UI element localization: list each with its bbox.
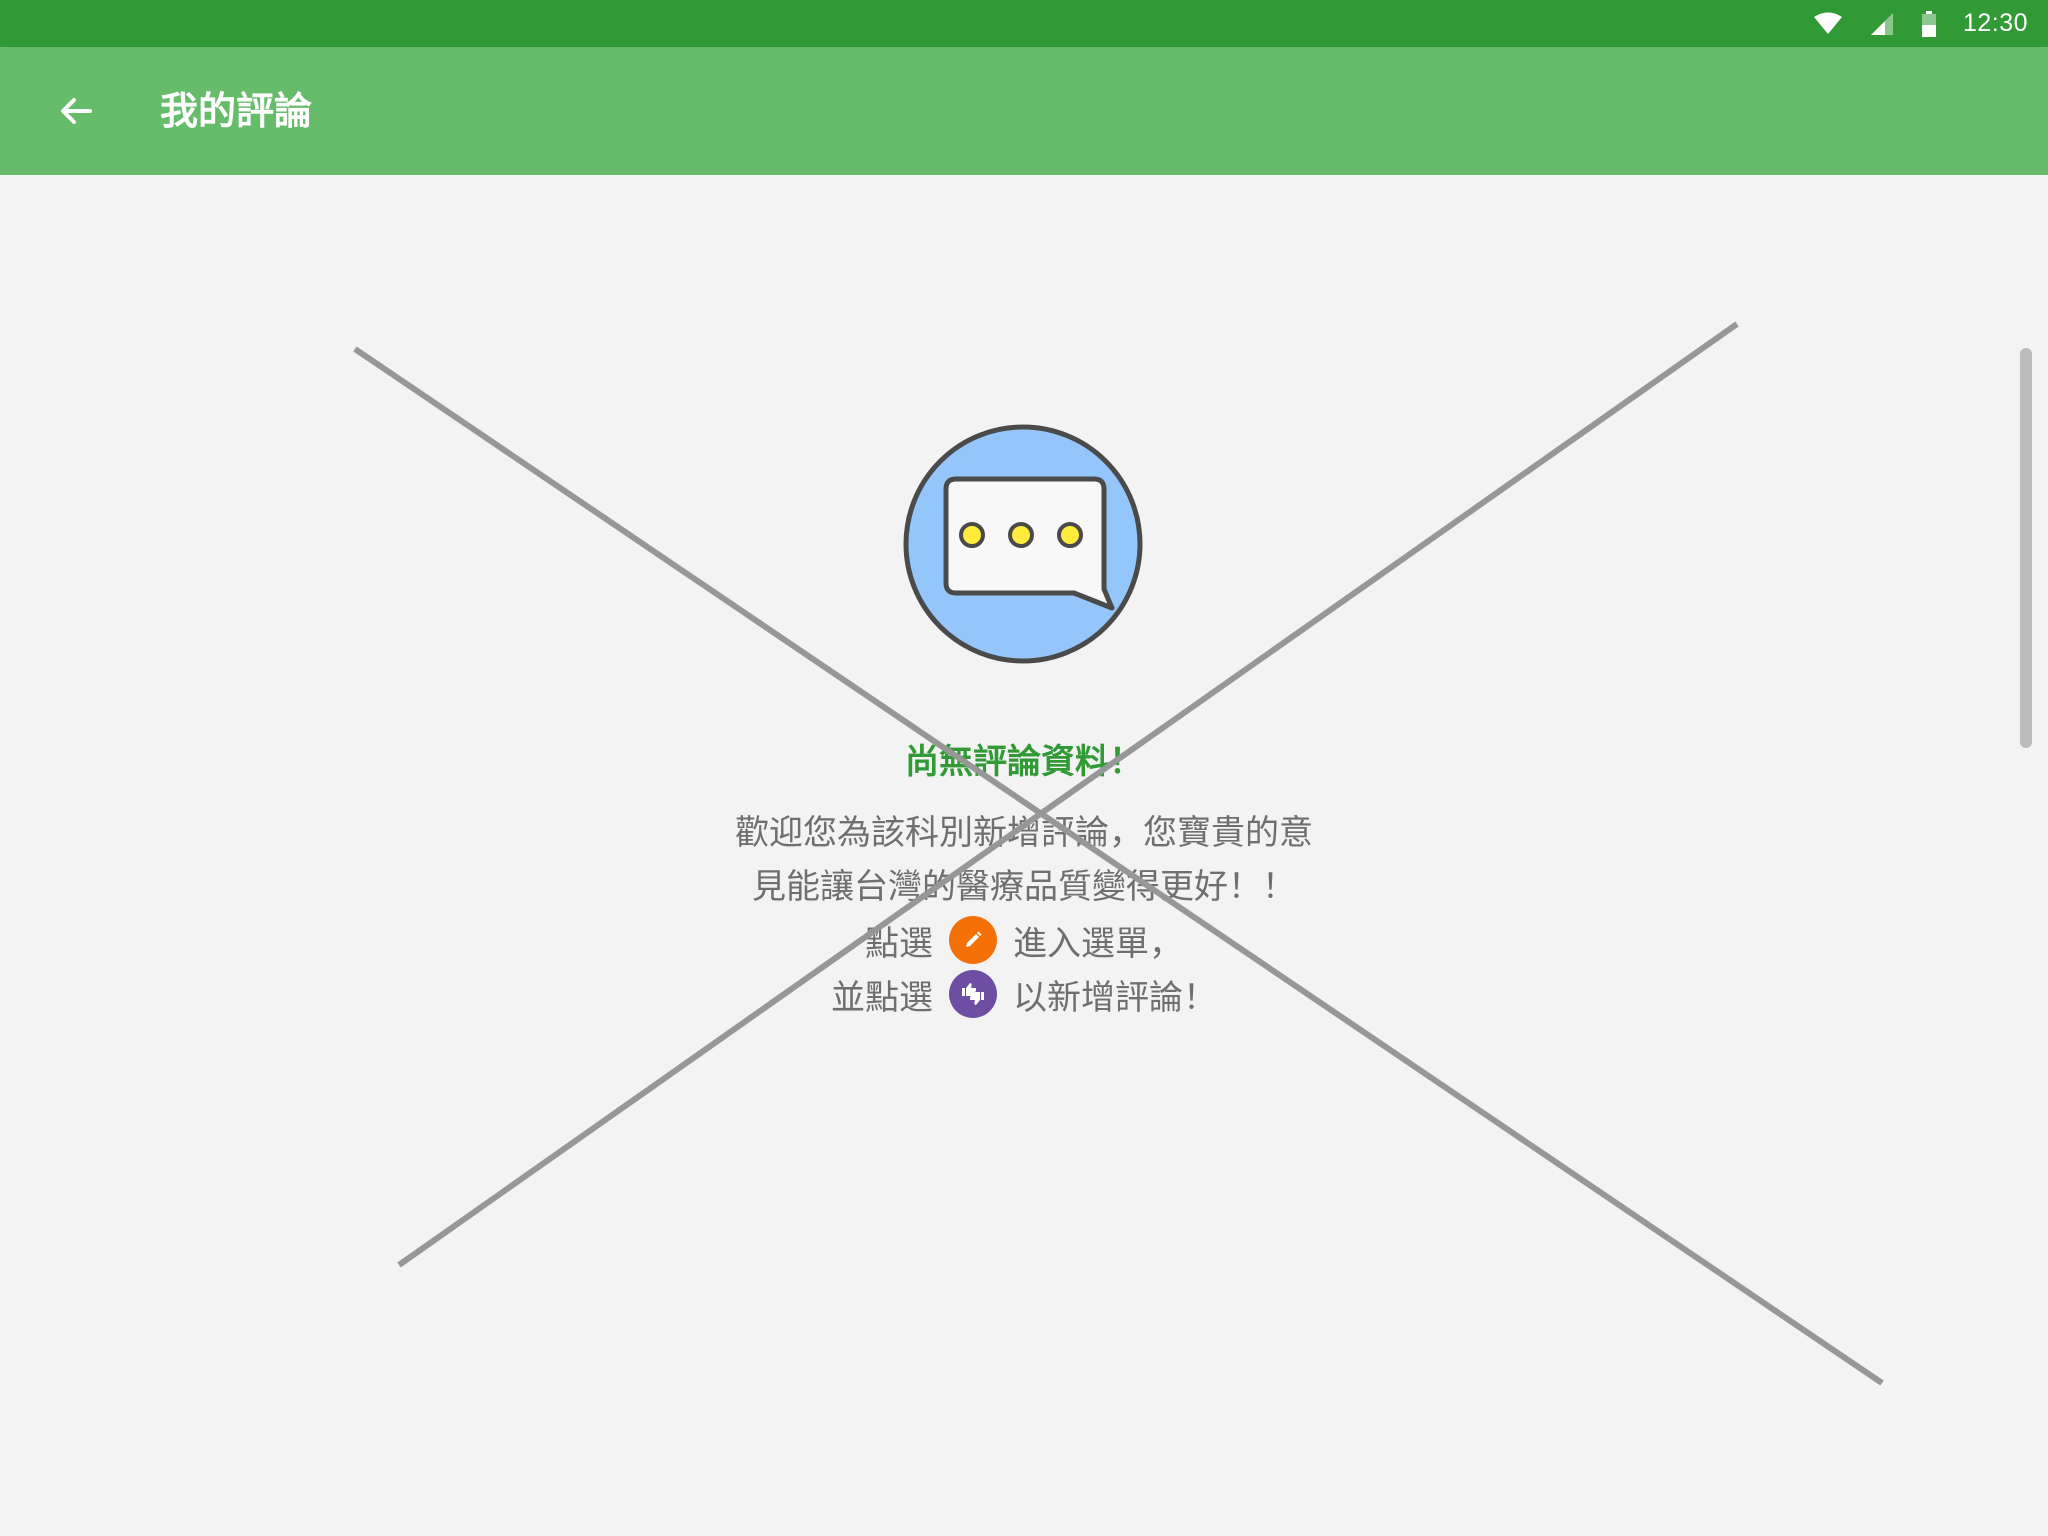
empty-state-message: 歡迎您為該科別新增評論，您寶貴的意 見能讓台灣的醫療品質變得更好！！ <box>704 806 1344 914</box>
pencil-icon <box>949 916 997 964</box>
hint-line-add: 並點選 以新增評論！ <box>624 967 1424 1021</box>
hint-text: 進入選單， <box>1013 923 1183 964</box>
scrollbar[interactable] <box>2020 348 2032 748</box>
page-title: 我的評論 <box>160 89 313 133</box>
wifi-icon <box>1813 12 1843 36</box>
hint-text: 並點選 <box>831 977 933 1018</box>
app-bar: 我的評論 <box>0 47 2048 175</box>
empty-state-message-line: 見能讓台灣的醫療品質變得更好！！ <box>752 867 1296 907</box>
back-button[interactable] <box>52 87 100 135</box>
arrow-back-icon <box>61 98 92 124</box>
thumbs-icon <box>949 970 997 1018</box>
empty-state-title: 尚無評論資料！ <box>905 742 1143 782</box>
hint-text: 點選 <box>865 923 933 964</box>
chat-bubble-icon <box>903 424 1143 664</box>
hint-line-menu: 點選 進入選單， <box>624 913 1424 967</box>
battery-icon <box>1921 10 1937 37</box>
cell-signal-icon <box>1869 11 1895 37</box>
hint-text: 以新增評論！ <box>1013 977 1217 1018</box>
empty-state-message-line: 歡迎您為該科別新增評論，您寶貴的意 <box>735 813 1313 853</box>
status-time: 12:30 <box>1962 9 2028 37</box>
status-bar: 12:30 <box>0 0 2048 47</box>
